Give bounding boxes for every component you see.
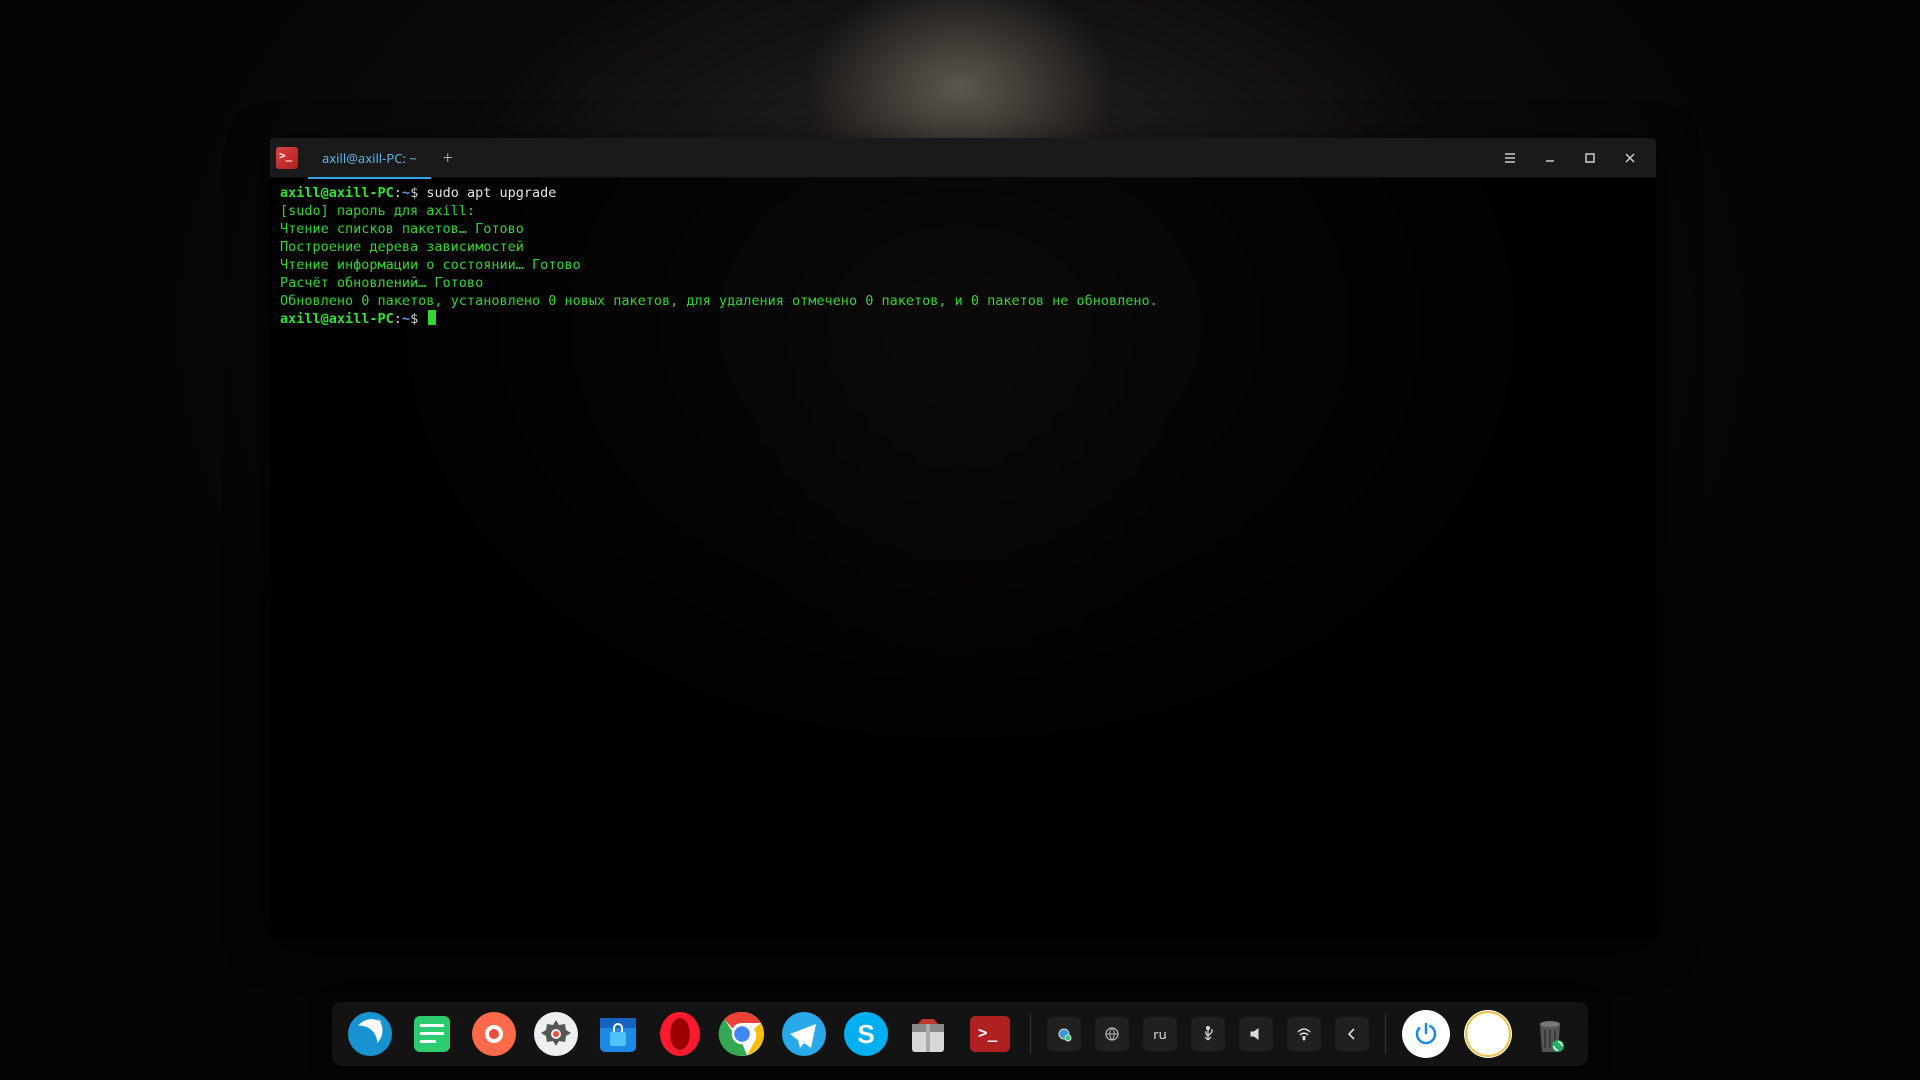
output-line: Расчёт обновлений… Готово <box>280 275 483 291</box>
tray-app-1[interactable] <box>1047 1017 1081 1051</box>
output-line: Построение дерева зависимостей <box>280 239 524 255</box>
launcher-terminal[interactable]: >_ <box>966 1010 1014 1058</box>
store-icon <box>594 1010 642 1058</box>
tray-collapse[interactable] <box>1335 1017 1369 1051</box>
output-line: Чтение информации о состоянии… Готово <box>280 257 581 273</box>
launcher-settings[interactable] <box>532 1010 580 1058</box>
opera-icon <box>656 1010 704 1058</box>
maximize-icon <box>1584 152 1596 164</box>
usb-icon <box>1200 1026 1216 1042</box>
tray-usb[interactable] <box>1191 1017 1225 1051</box>
power-button[interactable] <box>1402 1010 1450 1058</box>
prompt-path: ~ <box>402 311 410 327</box>
wifi-icon <box>1296 1026 1312 1042</box>
launcher-opera[interactable] <box>656 1010 704 1058</box>
prompt-user-host: axill@axill-PC <box>280 185 394 201</box>
launcher-notes[interactable] <box>408 1010 456 1058</box>
tray-keyboard-layout[interactable]: ru <box>1143 1017 1177 1051</box>
cursor <box>428 310 436 325</box>
new-tab-button[interactable]: + <box>431 138 465 178</box>
volume-icon <box>1248 1026 1264 1042</box>
prompt-user-host: axill@axill-PC <box>280 311 394 327</box>
launcher-telegram[interactable] <box>780 1010 828 1058</box>
launcher-deepin[interactable] <box>346 1010 394 1058</box>
dock: S >_ ru <box>332 1002 1588 1066</box>
gear-icon <box>532 1010 580 1058</box>
titlebar[interactable]: axill@axill-PC: ~ + <box>270 138 1656 178</box>
dock-separator <box>1030 1014 1031 1054</box>
output-line: [sudo] пароль для axill: <box>280 203 475 219</box>
tab-title: axill@axill-PC: ~ <box>322 149 417 167</box>
keyboard-layout-label: ru <box>1153 1025 1166 1043</box>
prompt-symbol: $ <box>410 185 418 201</box>
command-text: sudo apt upgrade <box>426 185 556 201</box>
power-icon <box>1413 1021 1439 1047</box>
skype-icon: S <box>842 1010 890 1058</box>
minimize-button[interactable] <box>1530 138 1570 178</box>
launcher-screen-recorder[interactable] <box>470 1010 518 1058</box>
terminal-window: axill@axill-PC: ~ + axill@axill-PC:~$ su… <box>270 138 1656 938</box>
output-line: Чтение списков пакетов… Готово <box>280 221 524 237</box>
package-icon <box>904 1010 952 1058</box>
prompt-path: ~ <box>402 185 410 201</box>
launcher-app-store[interactable] <box>594 1010 642 1058</box>
terminal-icon: >_ <box>966 1010 1014 1058</box>
hamburger-menu-button[interactable] <box>1490 138 1530 178</box>
dock-separator <box>1385 1014 1386 1054</box>
deepin-logo-icon <box>346 1010 394 1058</box>
tray-app-2[interactable] <box>1095 1017 1129 1051</box>
chevron-left-icon <box>1344 1026 1360 1042</box>
close-icon <box>1624 152 1636 164</box>
terminal-app-icon <box>276 147 298 169</box>
hamburger-icon <box>1503 151 1517 165</box>
output-line: Обновлено 0 пакетов, установлено 0 новых… <box>280 293 1158 309</box>
maximize-button[interactable] <box>1570 138 1610 178</box>
minimize-icon <box>1544 152 1556 164</box>
telegram-icon <box>780 1010 828 1058</box>
clock-face-icon <box>1464 1010 1512 1058</box>
tab-active[interactable]: axill@axill-PC: ~ <box>308 139 431 179</box>
trash-icon <box>1526 1010 1574 1058</box>
launcher-package-installer[interactable] <box>904 1010 952 1058</box>
svg-text:>_: >_ <box>978 1023 998 1042</box>
tray-network[interactable] <box>1287 1017 1321 1051</box>
chrome-icon <box>718 1010 766 1058</box>
notes-icon <box>408 1010 456 1058</box>
terminal-body[interactable]: axill@axill-PC:~$ sudo apt upgrade [sudo… <box>270 178 1656 938</box>
globe-icon <box>1104 1026 1120 1042</box>
record-icon <box>470 1010 518 1058</box>
svg-text:S: S <box>857 1019 874 1049</box>
trash-button[interactable] <box>1526 1010 1574 1058</box>
close-button[interactable] <box>1610 138 1650 178</box>
prompt-symbol: $ <box>410 311 418 327</box>
launcher-chrome[interactable] <box>718 1010 766 1058</box>
clock-button[interactable]: 03:31 <box>1464 1010 1512 1058</box>
tray-volume[interactable] <box>1239 1017 1273 1051</box>
tray-dot-icon <box>1056 1026 1072 1042</box>
launcher-skype[interactable]: S <box>842 1010 890 1058</box>
